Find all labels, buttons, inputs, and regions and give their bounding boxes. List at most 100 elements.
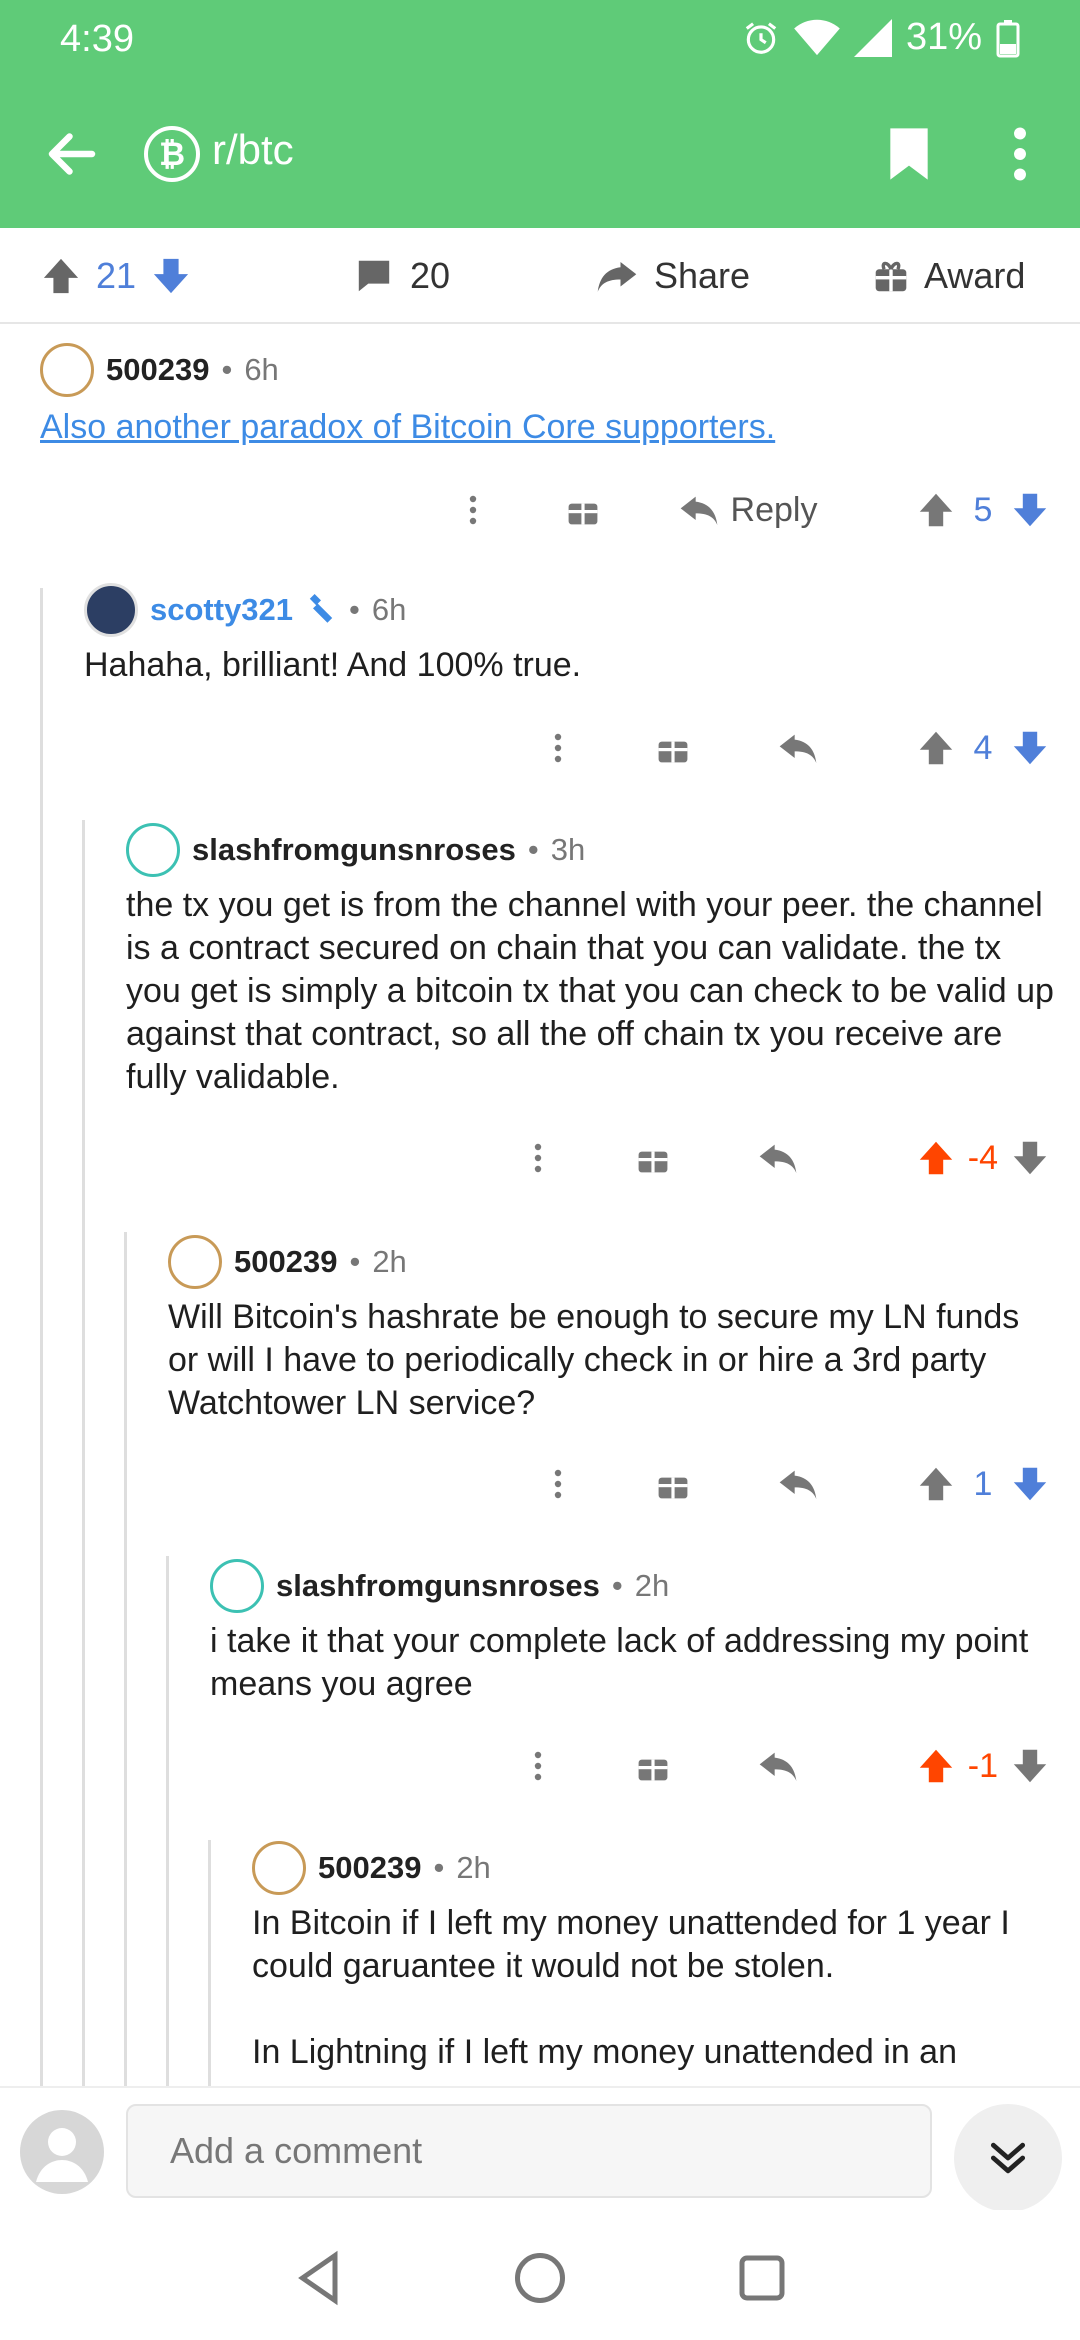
comment-paragraph: In Bitcoin if I left my money unattended… <box>252 1904 1010 1985</box>
avatar[interactable] <box>84 583 138 637</box>
comment-vote-group: 5 <box>848 491 1048 530</box>
downvote-icon[interactable] <box>152 257 190 295</box>
comment-header: 500239 • 6h <box>40 342 1080 398</box>
reply-arrow-icon[interactable] <box>718 1749 838 1783</box>
gift-icon[interactable] <box>588 1749 718 1783</box>
system-nav-bar <box>0 2210 1080 2340</box>
post-score: 21 <box>96 255 137 296</box>
wifi-icon <box>794 19 840 55</box>
thread-line-4[interactable] <box>166 1556 169 2086</box>
comment-score: -1 <box>967 1746 998 1785</box>
thread-line-1[interactable] <box>40 588 43 2086</box>
avatar[interactable] <box>252 1841 306 1895</box>
avatar[interactable] <box>168 1235 222 1289</box>
upvote-icon[interactable] <box>918 1748 954 1784</box>
battery-percent: 31% <box>905 16 982 58</box>
comment-body: the tx you get is from the channel with … <box>126 886 1054 1096</box>
comment-score: 4 <box>973 728 993 767</box>
more-options-icon[interactable] <box>488 1749 588 1783</box>
comment-actions: Reply 5 <box>428 480 1048 540</box>
thread-line-2[interactable] <box>82 820 85 2086</box>
more-options-icon[interactable] <box>508 731 608 765</box>
downvote-icon[interactable] <box>1012 730 1048 766</box>
collapse-button[interactable] <box>954 2104 1062 2212</box>
comment-body: Also another paradox of Bitcoin Core sup… <box>40 406 1080 449</box>
reply-arrow-icon[interactable] <box>738 731 858 765</box>
reply-label: Reply <box>730 490 818 529</box>
separator-dot: • <box>221 352 233 387</box>
upvote-icon[interactable] <box>918 730 954 766</box>
subreddit-title[interactable]: r/btc <box>212 126 294 174</box>
username[interactable]: slashfromgunsnroses <box>192 832 516 868</box>
gift-icon[interactable] <box>588 1141 718 1175</box>
downvote-icon[interactable] <box>1012 1748 1048 1784</box>
subreddit-bitcoin-icon[interactable]: ₿ <box>144 126 200 182</box>
username[interactable]: slashfromgunsnroses <box>276 1568 600 1604</box>
downvote-icon[interactable] <box>1012 1140 1048 1176</box>
nav-recents-icon[interactable] <box>732 2248 792 2308</box>
user-avatar[interactable] <box>20 2110 104 2194</box>
comment-actions: 1 <box>508 1454 1048 1514</box>
nav-back-icon[interactable] <box>290 2248 350 2308</box>
comment-age: 6h <box>244 352 279 387</box>
comment-body: Will Bitcoin's hashrate be enough to sec… <box>168 1298 1020 1422</box>
downvote-icon[interactable] <box>1012 1466 1048 1502</box>
award-label: Award <box>924 255 1026 296</box>
add-comment-input[interactable]: Add a comment <box>126 2104 932 2198</box>
reply-arrow-icon[interactable] <box>718 1141 838 1175</box>
more-options-icon[interactable] <box>488 1141 588 1175</box>
comment-composer: Add a comment <box>0 2086 1080 2212</box>
avatar[interactable] <box>40 343 94 397</box>
nav-home-icon[interactable] <box>510 2248 570 2308</box>
reply-arrow-icon[interactable] <box>738 1467 858 1501</box>
reply-arrow-icon <box>680 496 717 525</box>
separator-dot: • <box>527 832 539 867</box>
more-options-icon[interactable] <box>508 1467 608 1501</box>
username[interactable]: scotty321 <box>150 592 293 628</box>
gift-icon[interactable] <box>608 731 738 765</box>
comment-bubble-icon <box>358 260 390 292</box>
username[interactable]: 500239 <box>318 1850 421 1886</box>
award-button[interactable]: Award <box>874 250 1025 302</box>
separator-dot: • <box>433 1850 445 1885</box>
comment-age: 2h <box>372 1244 407 1279</box>
comment-actions: -4 <box>488 1128 1048 1188</box>
upvote-icon[interactable] <box>918 1140 954 1176</box>
share-button[interactable]: Share <box>596 250 750 302</box>
comment: 500239 • 2h Will Bitcoin's hashrate be e… <box>168 1234 1080 1425</box>
gift-icon[interactable] <box>608 1467 738 1501</box>
post-action-bar: 21 20 Share Award <box>0 228 1080 324</box>
username[interactable]: 500239 <box>234 1244 337 1280</box>
upvote-icon[interactable] <box>918 492 954 528</box>
reply-button[interactable]: Reply <box>648 491 848 530</box>
comment: 500239 • 6h Also another paradox of Bitc… <box>40 342 1080 449</box>
more-options-icon[interactable] <box>428 493 518 527</box>
upvote-icon[interactable] <box>42 257 80 295</box>
comments-button[interactable]: 20 <box>354 250 450 302</box>
gift-icon[interactable] <box>518 493 648 527</box>
avatar[interactable] <box>126 823 180 877</box>
more-options-icon[interactable] <box>1000 126 1040 182</box>
thread-line-5[interactable] <box>208 1840 211 2086</box>
comment-vote-group: -1 <box>838 1747 1048 1786</box>
moderator-wrench-icon <box>309 594 333 623</box>
thread-line-3[interactable] <box>124 1232 127 2086</box>
comment-header: 500239 • 2h <box>168 1234 1080 1290</box>
comment: scotty321 • 6h Hahaha, brilliant! And 10… <box>84 582 1080 687</box>
username[interactable]: 500239 <box>106 352 209 388</box>
comment-score: -4 <box>967 1138 998 1177</box>
comment: 500239 • 2h In Bitcoin if I left my mone… <box>252 1840 1080 2086</box>
status-icons: 31% <box>742 16 1020 59</box>
avatar[interactable] <box>210 1559 264 1613</box>
bookmark-icon[interactable] <box>884 126 934 182</box>
double-chevron-down-icon <box>990 2142 1026 2174</box>
user-silhouette-icon <box>36 2128 88 2182</box>
downvote-icon[interactable] <box>1012 492 1048 528</box>
comment-actions: 4 <box>508 718 1048 778</box>
back-arrow-icon[interactable] <box>42 124 102 184</box>
upvote-icon[interactable] <box>918 1466 954 1502</box>
comment-age: 2h <box>634 1568 670 1603</box>
comment-link[interactable]: Also another paradox of Bitcoin Core sup… <box>40 408 775 446</box>
comment-age: 6h <box>371 592 407 627</box>
comment-age: 3h <box>550 832 586 867</box>
